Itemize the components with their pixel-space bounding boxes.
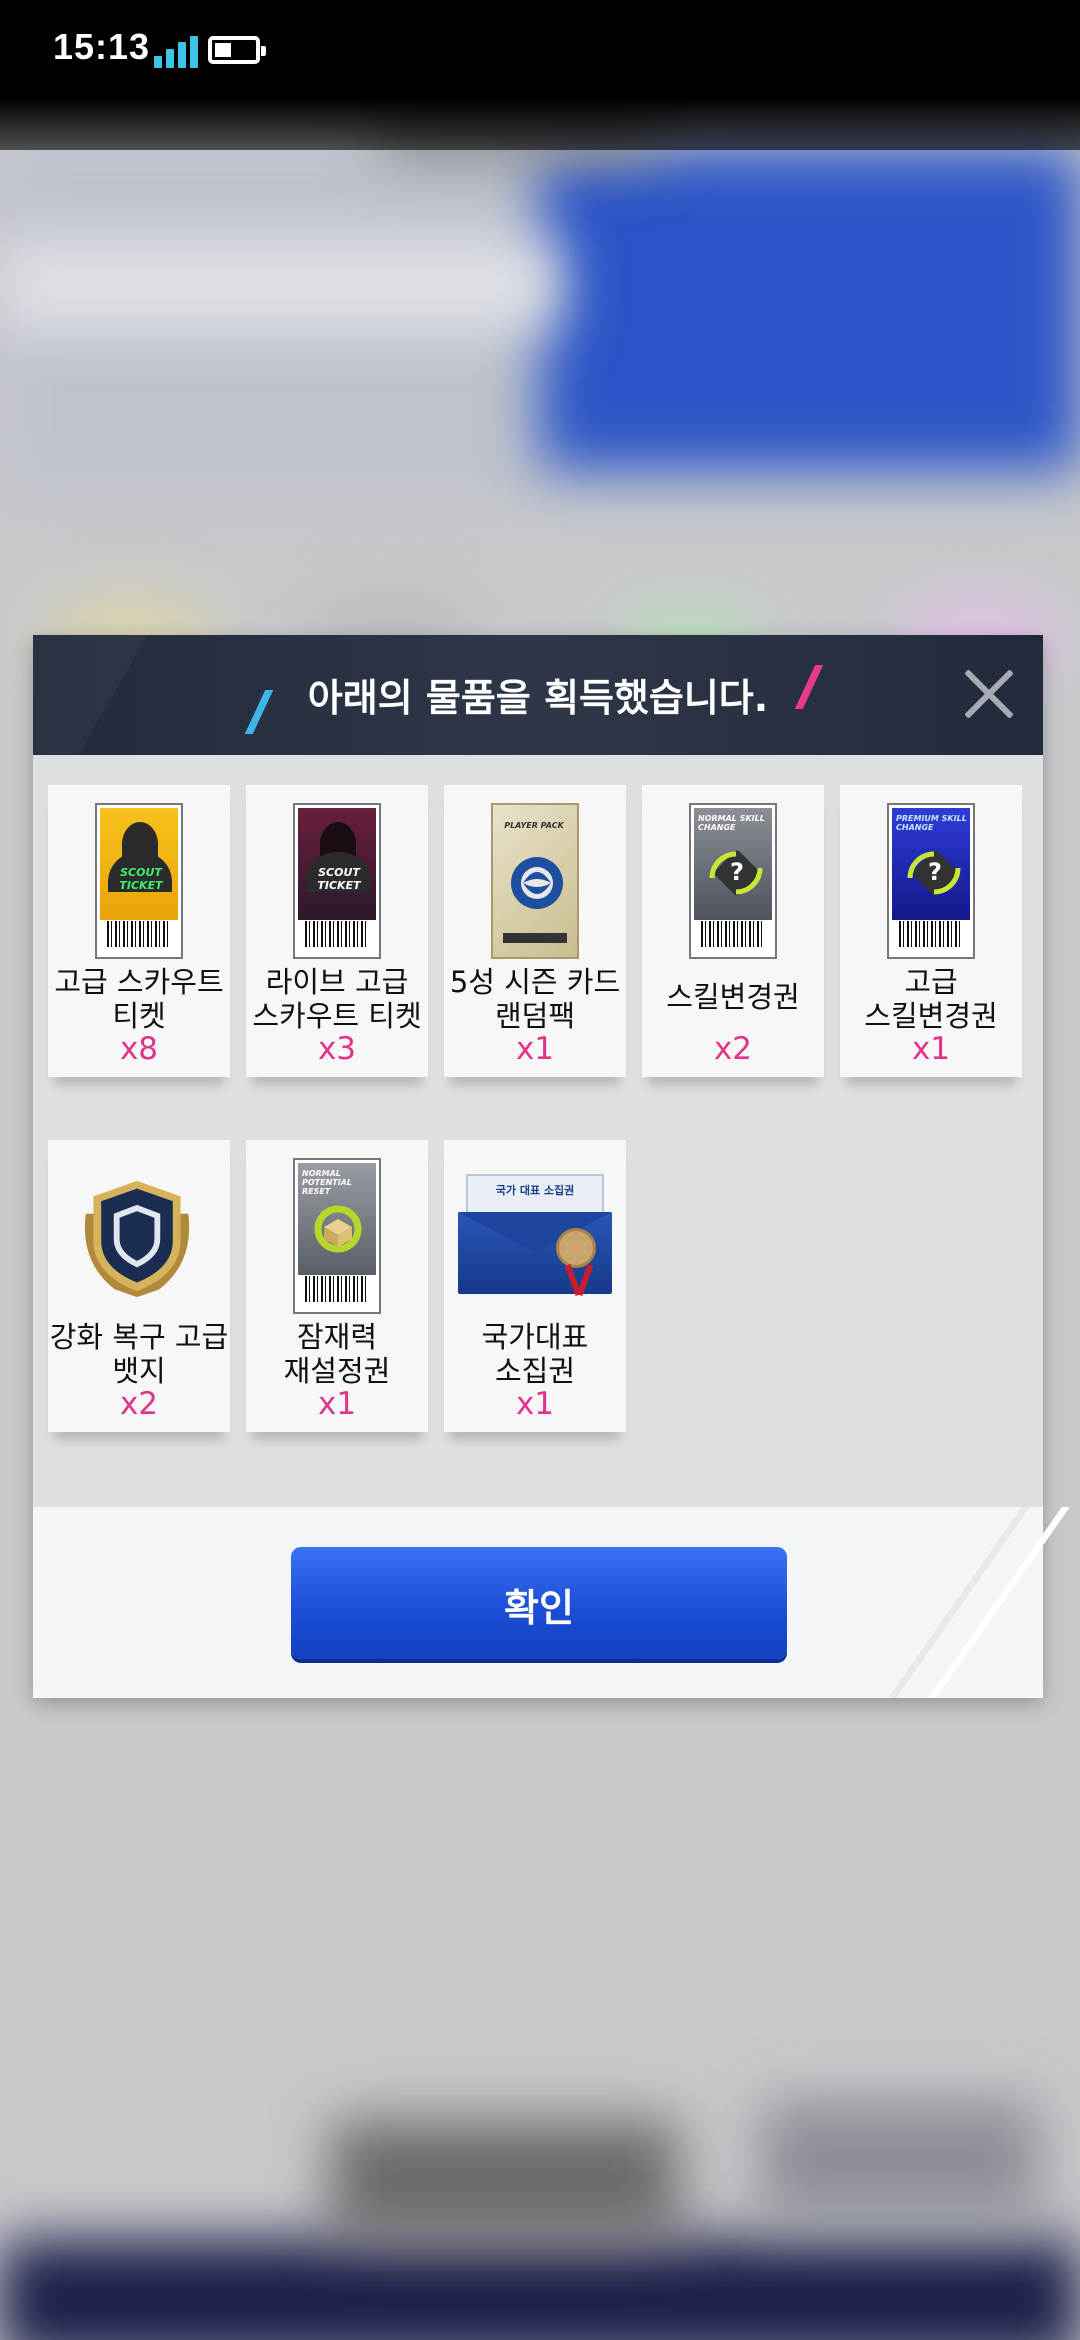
item-quantity: x1 [515,1031,555,1067]
item-quantity: x8 [119,1031,159,1067]
item-name: 고급 스카우트 티켓 [54,965,224,1033]
reward-item[interactable]: PLAYER PACK 5성 시즌 카드 랜덤팩 x1 [444,785,626,1077]
item-quantity: x1 [911,1031,951,1067]
dialog-header: 아래의 물품을 획득했습니다. [33,635,1043,755]
skill-change-ticket-icon: NORMAL SKILL CHANGE ? [689,803,777,959]
confirm-button[interactable]: 확인 [291,1547,787,1659]
envelope-icon: 국가 대표 소집권 [458,1168,612,1300]
item-name: 국가대표 소집권 [481,1320,589,1388]
live-scout-ticket-icon: SCOUT TICKET [293,803,381,959]
item-name: 5성 시즌 카드 랜덤팩 [449,965,621,1033]
reward-item[interactable]: SCOUT TICKET 고급 스카우트 티켓 x8 [48,785,230,1077]
item-quantity: x1 [515,1386,555,1422]
scout-ticket-icon: SCOUT TICKET [95,803,183,959]
reward-item[interactable]: 강화 복구 고급 뱃지 x2 [48,1140,230,1432]
status-bar: 15:13 [0,0,1080,150]
status-time: 15:13 [53,26,151,67]
confirm-button-label: 확인 [504,1586,574,1630]
item-name: 스킬변경권 [666,980,800,1014]
reward-dialog: 아래의 물품을 획득했습니다. SCOUT TICKET 고급 스카우트 티켓 … [33,635,1043,1698]
item-quantity: x3 [317,1031,357,1067]
reward-item[interactable]: 국가 대표 소집권 국가대표 소집권 x1 [444,1140,626,1432]
reward-item[interactable]: NORMAL SKILL CHANGE ? 스킬변경권 x2 [642,785,824,1077]
item-name: 라이브 고급 스카우트 티켓 [252,965,422,1033]
item-name: 잠재력 재설정권 [283,1320,391,1388]
reward-item[interactable]: NORMAL POTENTIAL RESET 잠재력 재설정권 x1 [246,1140,428,1432]
dialog-title: 아래의 물품을 획득했습니다. [307,676,769,720]
signal-icon [154,34,200,68]
reward-item[interactable]: SCOUT TICKET 라이브 고급 스카우트 티켓 x3 [246,785,428,1077]
reward-item[interactable]: PREMIUM SKILL CHANGE ? 고급 스킬변경권 x1 [840,785,1022,1077]
player-pack-icon: PLAYER PACK [491,803,579,959]
item-name: 고급 스킬변경권 [864,965,998,1033]
potential-reset-ticket-icon: NORMAL POTENTIAL RESET [293,1158,381,1314]
close-icon[interactable] [963,668,1015,720]
item-name: 강화 복구 고급 뱃지 [49,1320,229,1388]
item-quantity: x2 [713,1031,753,1067]
item-quantity: x2 [119,1386,159,1422]
premium-skill-change-ticket-icon: PREMIUM SKILL CHANGE ? [887,803,975,959]
battery-icon [208,36,266,64]
item-quantity: x1 [317,1386,357,1422]
shield-badge-icon [84,1180,190,1298]
